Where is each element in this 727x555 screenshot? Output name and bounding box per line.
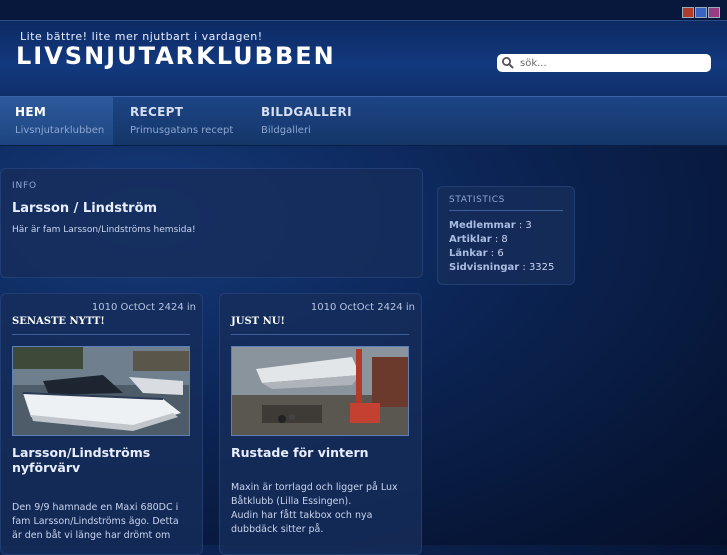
site-title[interactable]: LIVSNJUTARKLUBBEN <box>16 42 336 70</box>
nav-item-bildgalleri[interactable]: BILDGALLERI Bildgalleri <box>245 97 365 145</box>
post-body-line: Den 9/9 hamnade en Maxi 680DC i <box>12 502 179 513</box>
post-card: 1010 OctOct 2424 in SENASTE NYTT! Larsso… <box>0 293 203 555</box>
post-heading: JUST NU! <box>231 316 285 327</box>
nav-item-label: BILDGALLERI <box>261 105 352 119</box>
nav-item-recept[interactable]: RECEPT Primusgatans recept <box>113 97 245 145</box>
top-bar <box>0 0 727 21</box>
statistics-panel: STATISTICS Medlemmar : 3 Artiklar : 8 Lä… <box>437 186 575 285</box>
stat-name: Medlemmar <box>449 220 516 231</box>
nav-item-label: HEM <box>15 105 47 119</box>
post-date: 1010 OctOct 2424 in <box>91 302 196 313</box>
post-body-line: Båtklubb (Lilla Essingen). <box>231 496 352 507</box>
post-date: 1010 OctOct 2424 in <box>310 302 415 313</box>
post-image-boat[interactable] <box>12 346 190 436</box>
stat-name: Artiklar <box>449 234 492 245</box>
stat-name: Länkar <box>449 248 488 259</box>
post-heading: SENASTE NYTT! <box>12 316 105 327</box>
main-nav: HEM Livsnjutarklubben RECEPT Primusgatan… <box>0 96 727 146</box>
nav-item-sublabel: Primusgatans recept <box>130 125 234 136</box>
divider <box>449 210 563 211</box>
divider <box>12 334 190 335</box>
search-box[interactable] <box>497 54 711 72</box>
post-title[interactable]: Rustade för vintern <box>231 445 369 460</box>
post-body-line: är den båt vi länge har drömt om <box>12 530 171 541</box>
nav-item-sublabel: Livsnjutarklubben <box>15 125 105 136</box>
stat-row: Länkar : 6 <box>449 248 504 259</box>
post-title[interactable]: Larsson/Lindströms nyförvärv <box>12 445 150 475</box>
stat-name: Sidvisningar <box>449 262 520 273</box>
post-body-line: Audin har fått takbox och nya <box>231 510 373 521</box>
stat-value: : 3325 <box>522 262 555 273</box>
nav-item-label: RECEPT <box>130 105 184 119</box>
stat-row: Sidvisningar : 3325 <box>449 262 554 273</box>
statistics-label: STATISTICS <box>449 195 505 205</box>
post-title-line: nyförvärv <box>12 460 81 475</box>
info-panel: INFO Larsson / Lindström Här är fam Lars… <box>0 168 423 278</box>
stat-value: : 8 <box>494 234 508 245</box>
post-body-line: Maxin är torrlagd och ligger på Lux <box>231 482 398 493</box>
nav-item-sublabel: Bildgalleri <box>261 125 311 136</box>
info-text: Här är fam Larsson/Lindströms hemsida! <box>12 225 196 235</box>
divider <box>231 334 409 335</box>
color-swatch-purple[interactable] <box>708 7 720 18</box>
info-title: Larsson / Lindström <box>12 201 158 216</box>
search-icon[interactable] <box>501 56 515 70</box>
color-swatch-blue[interactable] <box>695 7 707 18</box>
color-swatch-red[interactable] <box>682 7 694 18</box>
nav-item-hem[interactable]: HEM Livsnjutarklubben <box>0 97 113 145</box>
post-body-line: dubbdäck sitter på. <box>231 524 324 535</box>
info-label: INFO <box>12 181 37 191</box>
stat-value: : 6 <box>490 248 504 259</box>
search-input[interactable] <box>515 55 705 71</box>
stat-row: Medlemmar : 3 <box>449 220 532 231</box>
stat-value: : 3 <box>518 220 532 231</box>
stat-row: Artiklar : 8 <box>449 234 508 245</box>
post-title-line: Larsson/Lindströms <box>12 445 151 460</box>
post-body-line: fam Larsson/Lindströms ägo. Detta <box>12 516 179 527</box>
post-card: 1010 OctOct 2424 in JUST NU! Rustade för… <box>219 293 422 555</box>
post-image-winter-storage[interactable] <box>231 346 409 436</box>
